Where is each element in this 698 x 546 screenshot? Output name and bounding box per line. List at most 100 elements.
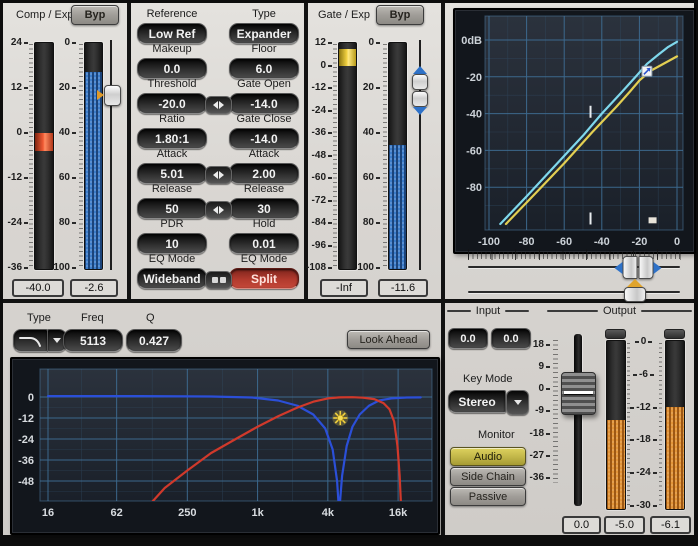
output-fader-handle[interactable] [561,372,596,415]
gate-range-slider-handles[interactable] [412,66,428,115]
gate-bypass-button[interactable]: Byp [376,5,424,25]
gate-close-handle[interactable] [412,91,428,107]
threshold-left-value-button[interactable]: -20.0 [137,93,207,114]
link-release-button[interactable] [205,201,232,219]
hold-right-label: Hold [227,218,301,231]
makeup-left-cell: Makeup0.0 [135,43,209,79]
monitor-passive-button[interactable]: Passive [450,487,526,506]
input-left-value[interactable]: 0.0 [448,328,488,349]
gate-level-meter [388,42,407,270]
hold-right-value-button[interactable]: 0.01 [229,233,299,254]
scale-tick-label: 0 [368,38,380,48]
transfer-plot-area[interactable] [485,16,683,230]
upper-slider-handle-b[interactable] [638,256,653,279]
gate-open-handle[interactable] [412,74,428,90]
filter-type-button[interactable] [13,329,48,352]
threshold-left-label: Threshold [135,78,209,91]
pdr-left-label: PDR [135,218,209,231]
release-right-value-button[interactable]: 30 [229,198,299,219]
reference-left-cell: Reference Low Ref [135,8,209,44]
divider-vertical-main [441,3,445,535]
output-group-legend: Output [547,305,692,317]
monitor-side-chain-button[interactable]: Side Chain [450,467,526,486]
lower-slider-grip[interactable] [624,287,646,302]
svg-text:4k: 4k [322,507,335,519]
floor-right-value-button[interactable]: 6.0 [229,58,299,79]
ratio-left-value-button[interactable]: 1.80:1 [137,128,207,149]
reference-left-value-button[interactable]: Low Ref [137,23,207,44]
comp-section-title: Comp / Exp [16,9,73,21]
curve-threshold-handle[interactable] [642,66,652,76]
svg-text:-48: -48 [18,476,34,488]
threshold-tick-marker [590,106,592,118]
upper-slider-handle-a[interactable] [622,256,637,279]
eq-mode-right-value-button[interactable]: Split [229,268,299,289]
eq-mode-link-button[interactable] [205,271,232,289]
link-stereo-icon [212,277,226,283]
attack-right-label: Attack [227,148,301,161]
release-right-cell: Release30 [227,183,301,219]
svg-text:-36: -36 [18,455,34,467]
freq-value-button[interactable]: 5113 [63,329,123,352]
scale-tick-label: -12 [8,173,28,183]
svg-text:-40: -40 [466,109,482,121]
scale-tick-label: -6 [633,370,654,380]
hold-right-cell: Hold 0.01 [227,218,301,254]
output-fader-track[interactable] [574,334,582,506]
output-meter-left [606,340,626,510]
gate-open-right-value-button[interactable]: -14.0 [229,93,299,114]
release-left-value-button[interactable]: 50 [137,198,207,219]
svg-text:-100: -100 [478,236,500,248]
ratio-left-cell: Ratio1.80:1 [135,113,209,149]
type-right-value-button[interactable]: Expander [229,23,299,44]
scale-tick-label: -48 [312,151,332,161]
q-value-button[interactable]: 0.427 [126,329,182,352]
monitor-audio-button[interactable]: Audio [450,447,526,466]
attack-left-value-button[interactable]: 5.01 [137,163,207,184]
scale-tick-label: 24 [11,38,28,48]
freq-label: Freq [81,312,104,324]
transfer-lower-slider-track[interactable] [468,291,680,293]
scale-tick-label: -96 [312,241,332,251]
link-attack-button[interactable] [205,166,232,184]
gate-open-right-label: Gate Open [227,78,301,91]
legend-line [505,310,529,312]
key-mode-select[interactable]: Stereo [448,390,506,413]
svg-text:0: 0 [28,392,34,404]
gate-close-right-value-button[interactable]: -14.0 [229,128,299,149]
sidechain-eq-chart[interactable]: 16622501k4k16k0-12-24-36-48 [12,359,434,529]
dynamics-controls-grid: ReferenceLow RefMakeup0.0Threshold-20.0R… [131,8,304,296]
gate-open-right-cell: Gate Open -14.0 [227,78,301,114]
look-ahead-button[interactable]: Look Ahead [347,330,430,349]
transfer-lower-slider-handle[interactable] [624,279,646,302]
eq-mode-left-value-button[interactable]: Wideband [137,268,207,289]
eq-band-handle[interactable] [332,410,348,426]
output-meter-left-fill [607,420,625,509]
comp-threshold-slider-handle[interactable] [104,85,121,106]
gate-gr-readout: -Inf [320,279,368,297]
gate-floor-marker[interactable] [649,217,657,223]
reference-left-label: Reference [135,8,209,21]
gate-open-arrow-icon [413,66,427,74]
scale-tick-label: 0 [538,384,550,394]
comp-bypass-button[interactable]: Byp [71,5,119,25]
output-label: Output [603,305,636,317]
pdr-left-value-button[interactable]: 10 [137,233,207,254]
gate-level-meter-ticks [383,44,387,267]
attack-left-label: Attack [135,148,209,161]
transfer-upper-slider-handle[interactable] [614,256,661,279]
transfer-curve-chart[interactable]: -100-80-60-40-2000dB-20-40-60-80 [455,10,690,248]
makeup-left-value-button[interactable]: 0.0 [137,58,207,79]
input-right-value[interactable]: 0.0 [491,328,531,349]
scale-tick-label: 80 [363,218,380,228]
comp-gr-readout: -40.0 [12,279,64,297]
gate-close-arrow-icon [413,107,427,115]
legend-line [641,310,692,312]
link-threshold-button[interactable] [205,96,232,114]
attack-right-value-button[interactable]: 2.00 [229,163,299,184]
output-meter-left-cap [605,329,626,339]
left-arrow-icon [213,171,218,179]
scale-tick-label: 20 [59,83,76,93]
comp-threshold-slider-track[interactable] [110,40,112,270]
output-fader-scale: 1890-9-18-27-36 [526,340,550,483]
